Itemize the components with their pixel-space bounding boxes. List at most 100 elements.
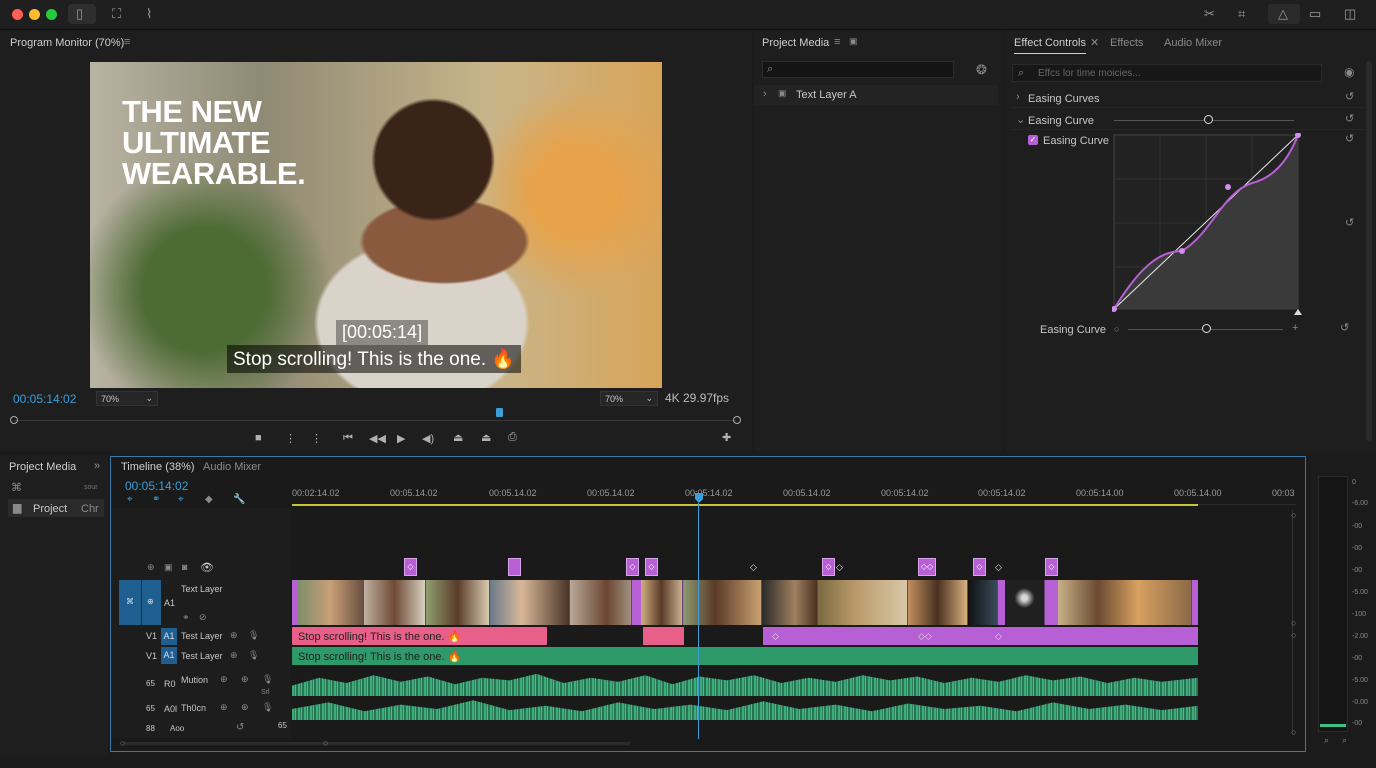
monitor-video-frame[interactable]: THE NEW ULTIMATE WEARABLE. [00:05:14] St… (90, 62, 662, 388)
keyframe-marker[interactable]: ◇ (1045, 558, 1058, 576)
tools-icon[interactable]: ⌇ (146, 6, 152, 22)
easing-slider-handle[interactable] (1204, 115, 1213, 124)
record-icon[interactable]: ◙ (182, 562, 187, 572)
timeline-playhead-line[interactable] (698, 503, 699, 739)
chevron-down-icon[interactable]: ⌄ (1016, 113, 1025, 126)
mic-icon[interactable]: 🎙 (248, 630, 259, 641)
keyframe-diamond[interactable]: ◇ (836, 562, 843, 573)
keyframe-marker[interactable]: ◇ (404, 558, 417, 576)
caption-clip-pink-short[interactable] (643, 627, 684, 645)
maximize-window-button[interactable] (46, 9, 57, 20)
program-timecode[interactable]: 00:05:14:02 (13, 392, 76, 406)
easing-curve-graph[interactable] (1112, 133, 1302, 315)
track-target-a1[interactable]: A1 (161, 628, 177, 645)
easing-curves-row[interactable]: › Easing Curves ↺ (1012, 88, 1364, 108)
marker-icon[interactable]: ◆ (205, 494, 213, 505)
zoom-out-icon[interactable]: ○ (1114, 324, 1119, 334)
display-icon[interactable]: ▭ (1309, 6, 1321, 22)
reset-icon[interactable]: ↺ (1345, 90, 1354, 103)
link-icon[interactable]: ⚭ (182, 612, 190, 623)
scroll-handle-icon[interactable]: ○ (1291, 618, 1296, 628)
work-area-bar[interactable] (292, 504, 1198, 506)
bin-icon[interactable]: ⌘ (11, 481, 22, 494)
play-icon[interactable]: ▶ (397, 432, 405, 445)
bottom-slider-handle[interactable] (1202, 324, 1211, 333)
razor-icon[interactable]: ✂ (1204, 6, 1215, 22)
mic-icon[interactable]: 🎙 (248, 650, 259, 661)
source-patch-v1[interactable]: ⌘ (119, 580, 141, 625)
volume-icon[interactable]: ◀) (422, 432, 434, 445)
chevron-right-icon[interactable]: › (1016, 91, 1020, 103)
scroll-handle-icon[interactable]: ○ (1291, 630, 1296, 640)
caption-clip-green[interactable]: Stop scrolling! This is the one. 🔥 (292, 647, 1198, 665)
keyframe-marker[interactable]: ◇ (822, 558, 835, 576)
easing-curve-checkbox[interactable]: ✓ (1028, 135, 1038, 145)
tab-timeline[interactable]: Timeline (38%) (121, 461, 195, 473)
keyframe-marker[interactable] (508, 558, 521, 576)
reset-icon[interactable]: ↺ (1340, 321, 1349, 334)
zoom-handle-left[interactable]: ○ (120, 738, 125, 748)
wrench-icon[interactable]: 🔧 (233, 494, 245, 505)
keyframe-diamond[interactable]: ◇ (772, 631, 779, 642)
sync-icon[interactable]: ⊕ (241, 674, 249, 685)
step-back-icon[interactable]: ◀◀ (369, 432, 386, 445)
visibility-icon[interactable]: ◉ (1344, 65, 1354, 79)
keyframe-marker[interactable]: ◇ (973, 558, 986, 576)
transform-icon[interactable]: ⌗ (1238, 6, 1245, 22)
sync-icon[interactable]: ⊕ (241, 702, 249, 713)
export-frame-icon[interactable]: ⎙ (508, 431, 517, 444)
keyframe-diamond[interactable]: ◇◇ (918, 631, 932, 642)
list-item[interactable]: ▆ Project Chr (8, 499, 104, 517)
eye-icon[interactable]: 👁 (200, 561, 214, 574)
tab-effects[interactable]: Effects (1110, 37, 1143, 49)
scroll-handle-icon[interactable]: ○ (1291, 510, 1296, 520)
caption-clip-pink[interactable]: Stop scrolling! This is the one. 🔥 (292, 627, 547, 645)
sync-lock-icon[interactable]: ⊕ (230, 630, 238, 641)
reset-icon[interactable]: ↺ (1345, 112, 1354, 125)
mute-icon[interactable]: ⊘ (199, 612, 207, 623)
reset-icon[interactable]: ↺ (1345, 216, 1354, 229)
expand-panel-icon[interactable]: » (94, 460, 100, 472)
easing-curve-row[interactable]: ⌄ Easing Curve ↺ (1012, 110, 1364, 130)
panel-layout-icon[interactable]: ◫ (1344, 6, 1356, 22)
add-button-icon[interactable]: ✚ (722, 431, 731, 444)
frame-icon[interactable]: ⛶ (112, 6, 121, 22)
undo-icon[interactable]: ↺ (236, 722, 244, 733)
panel-expand-icon[interactable]: ▣ (849, 36, 858, 47)
mark-out-icon[interactable]: ⋮ (311, 432, 322, 445)
go-to-start-icon[interactable]: ⏮ (343, 432, 353, 445)
sync-lock-icon[interactable]: ⊕ (220, 674, 228, 685)
lift-icon[interactable]: ⏏ (453, 431, 463, 444)
sync-lock-icon[interactable]: ⊕ (230, 650, 238, 661)
linked-selection-icon[interactable]: ⚭ (152, 494, 160, 505)
playhead-marker[interactable] (496, 408, 503, 417)
snap-icon[interactable]: ⌖ (127, 494, 133, 505)
keyframe-diamond[interactable]: ◇ (995, 562, 1002, 573)
close-window-button[interactable] (12, 9, 23, 20)
sidebar-toggle-icon[interactable]: ▯ (76, 6, 83, 22)
target-patch[interactable]: ⊕ (141, 580, 161, 625)
panel-menu-icon[interactable]: ≡ (834, 36, 840, 48)
mic-icon[interactable]: 🎙 (262, 674, 273, 685)
track-target-a1[interactable]: A1 (161, 647, 177, 664)
meter-options-icon[interactable]: ⌕ (1342, 735, 1347, 746)
zoom-select-right[interactable]: 70% ⌄ (600, 391, 658, 406)
filter-icon[interactable]: ❂ (976, 62, 987, 78)
tab-audio-mixer[interactable]: Audio Mixer (1164, 37, 1222, 49)
sync-lock-icon[interactable]: ⊕ (220, 702, 228, 713)
scrub-start-handle[interactable] (10, 416, 18, 424)
effects-search-input[interactable]: ⌕ Effcs lor time moicies... (1012, 64, 1322, 82)
stop-icon[interactable]: ■ (255, 432, 262, 444)
insert-icon[interactable]: ⌖ (178, 494, 184, 505)
tab-effect-controls[interactable]: Effect Controls (1014, 37, 1086, 54)
scroll-handle-icon[interactable]: ○ (1291, 727, 1296, 737)
scrub-end-handle[interactable] (733, 416, 741, 424)
keyframe-marker[interactable]: ◇ (645, 558, 658, 576)
zoom-in-icon[interactable]: + (1292, 322, 1298, 334)
warning-icon[interactable]: △ (1278, 6, 1288, 22)
keyframe-diamond[interactable]: ◇ (995, 631, 1002, 642)
close-tab-icon[interactable]: ✕ (1090, 36, 1099, 49)
panel-menu-icon[interactable]: ≡ (124, 36, 130, 48)
lock-icon[interactable]: ⊕ (147, 562, 155, 573)
monitor-scrub-bar[interactable] (14, 420, 736, 421)
